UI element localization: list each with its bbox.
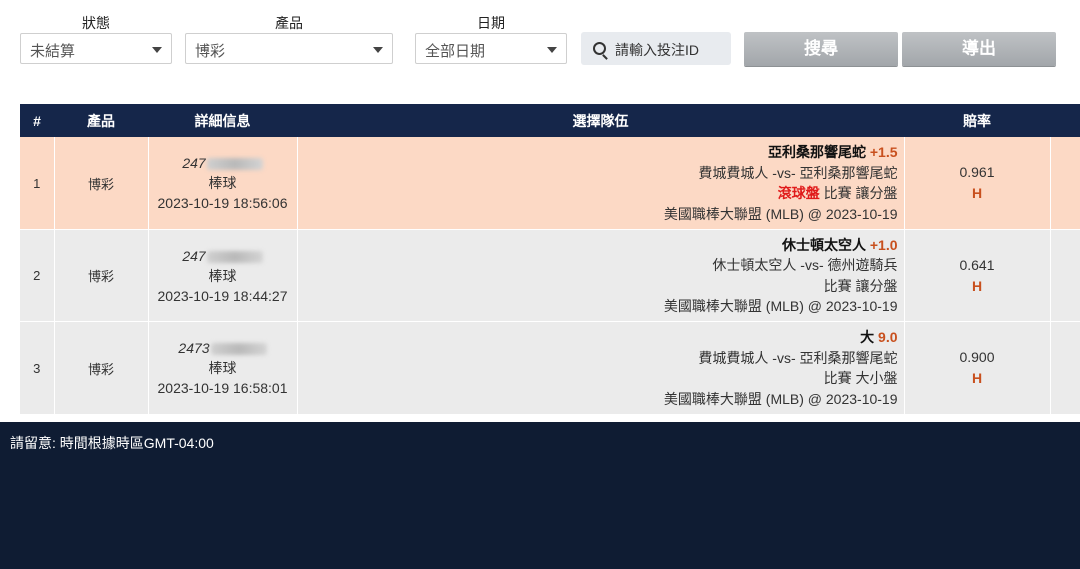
selection-handicap: +1.5 (869, 144, 898, 160)
bet-id-prefix: 2473 (178, 340, 210, 356)
row-number: 1 (20, 137, 55, 230)
odds-type: H (971, 277, 983, 294)
bet-table: # 產品 詳細信息 選擇隊伍 賠率 1 博彩 247 棒球 2023-10-19… (20, 104, 1080, 414)
date-select-value: 全部日期 (425, 43, 486, 60)
selection-team: 休士頓太空人 (781, 236, 866, 253)
row-product: 博彩 (54, 229, 149, 322)
bet-id-redacted (210, 343, 267, 356)
column-header-extra (1050, 104, 1080, 137)
bet-sport: 棒球 (208, 360, 237, 376)
row-odds: 0.900 H (904, 321, 1051, 414)
column-header-odds: 賠率 (904, 104, 1050, 137)
bet-id: 247 (149, 246, 297, 266)
selection-match: 費城費城人 -vs- 亞利桑那響尾蛇 (698, 349, 898, 366)
bet-datetime: 2023-10-19 18:44:27 (157, 287, 288, 304)
row-product: 博彩 (54, 137, 149, 230)
table-row: 1 博彩 247 棒球 2023-10-19 18:56:06 亞利桑那響尾蛇 … (20, 137, 1080, 230)
bet-datetime: 2023-10-19 18:56:06 (157, 195, 288, 211)
chevron-down-icon (373, 47, 383, 53)
row-odds: 0.641 H (904, 229, 1051, 322)
selection-match: 休士頓太空人 -vs- 德州遊騎兵 (712, 257, 898, 273)
selection-league: 美國職棒大聯盟 (MLB) @ 2023-10-19 (663, 205, 898, 222)
bet-id-prefix: 247 (182, 247, 206, 264)
selection-bet-type: 比賽 讓分盤 (823, 185, 898, 201)
bet-id: 247 (149, 153, 297, 173)
row-selection: 亞利桑那響尾蛇 +1.5 費城費城人 -vs- 亞利桑那響尾蛇 滾球盤 比賽 讓… (297, 137, 905, 230)
row-selection: 大 9.0 費城費城人 -vs- 亞利桑那響尾蛇 比賽 大小盤 美國職棒大聯盟 … (297, 321, 905, 414)
chevron-down-icon (547, 47, 557, 53)
odds-type: H (971, 370, 983, 386)
table-row: 2 博彩 247 棒球 2023-10-19 18:44:27 休士頓太空人 +… (20, 229, 1080, 322)
selection-bet-type: 比賽 讓分盤 (823, 277, 898, 294)
bet-datetime: 2023-10-19 16:58:01 (157, 380, 288, 396)
bet-id-prefix: 247 (182, 155, 206, 171)
row-detail: 247 棒球 2023-10-19 18:56:06 (148, 137, 298, 230)
date-select[interactable]: 全部日期 (415, 33, 567, 64)
selection-league: 美國職棒大聯盟 (MLB) @ 2023-10-19 (663, 390, 898, 407)
selection-team-line: 亞利桑那響尾蛇 +1.5 (298, 142, 898, 163)
selection-handicap: 9.0 (878, 329, 898, 345)
selection-team: 大 (860, 329, 875, 345)
odds-value: 0.641 (959, 256, 995, 273)
column-header-detail: 詳細信息 (148, 104, 297, 137)
selection-match: 費城費城人 -vs- 亞利桑那響尾蛇 (698, 164, 898, 181)
export-button[interactable]: 導出 (902, 32, 1056, 66)
row-extra (1050, 321, 1080, 414)
bet-sport: 棒球 (208, 267, 237, 284)
table-header-row: # 產品 詳細信息 選擇隊伍 賠率 (20, 104, 1080, 137)
row-number: 3 (20, 321, 55, 414)
search-button[interactable]: 搜尋 (744, 32, 898, 66)
selection-bet-type: 比賽 大小盤 (823, 370, 898, 386)
status-select-value: 未結算 (30, 43, 76, 60)
live-badge: 滾球盤 (777, 185, 820, 201)
bet-sport: 棒球 (208, 175, 237, 191)
product-filter-label: 產品 (275, 15, 303, 31)
selection-team-line: 休士頓太空人 +1.0 (298, 235, 898, 256)
bet-id-redacted (206, 250, 263, 263)
search-placeholder: 請輸入投注ID (615, 42, 699, 58)
column-header-num: # (20, 104, 54, 137)
table-row: 3 博彩 2473 棒球 2023-10-19 16:58:01 大 9.0 費… (20, 321, 1080, 414)
row-odds: 0.961 H (904, 137, 1051, 230)
odds-value: 0.900 (959, 349, 995, 365)
row-extra (1050, 137, 1080, 230)
chevron-down-icon (152, 47, 162, 53)
column-header-product: 產品 (54, 104, 148, 137)
selection-league: 美國職棒大聯盟 (MLB) @ 2023-10-19 (663, 298, 898, 314)
column-header-selection: 選擇隊伍 (297, 104, 904, 137)
row-selection: 休士頓太空人 +1.0 休士頓太空人 -vs- 德州遊騎兵 比賽 讓分盤 美國職… (297, 229, 905, 322)
product-select[interactable]: 博彩 (185, 33, 393, 64)
selection-team: 亞利桑那響尾蛇 (767, 144, 866, 160)
status-filter-label: 狀態 (82, 15, 110, 31)
row-detail: 247 棒球 2023-10-19 18:44:27 (148, 229, 298, 322)
selection-bet-type-line: 滾球盤 比賽 讓分盤 (298, 183, 898, 204)
date-filter-label: 日期 (477, 15, 505, 31)
bet-history-panel: 狀態 未結算 產品 博彩 日期 全部日期 請輸入投注ID 搜尋 導出 # 產品 … (0, 0, 1080, 422)
status-select[interactable]: 未結算 (20, 33, 172, 64)
search-icon (593, 42, 606, 55)
row-extra (1050, 229, 1080, 322)
bet-id-redacted (206, 158, 263, 171)
odds-value: 0.961 (959, 164, 995, 180)
row-product: 博彩 (54, 321, 149, 414)
selection-handicap: +1.0 (869, 236, 898, 253)
selection-team-line: 大 9.0 (298, 327, 898, 348)
row-number: 2 (20, 229, 55, 322)
bet-id-search-input[interactable]: 請輸入投注ID (581, 32, 731, 65)
row-detail: 2473 棒球 2023-10-19 16:58:01 (148, 321, 298, 414)
odds-type: H (971, 185, 983, 201)
timezone-note: 請留意: 時間根據時區GMT-04:00 (10, 435, 214, 451)
product-select-value: 博彩 (195, 43, 226, 60)
bet-id: 2473 (149, 338, 297, 358)
